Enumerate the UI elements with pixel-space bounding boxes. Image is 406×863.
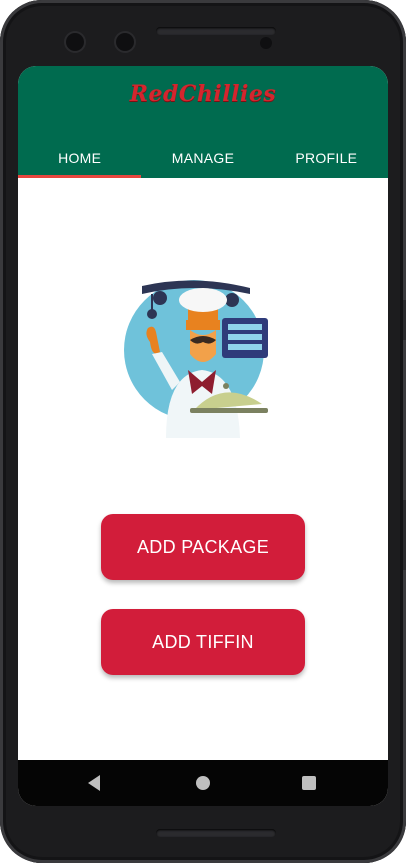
front-camera-icon <box>66 33 84 51</box>
app-bar: RedChillies HOME MANAGE PROFILE <box>18 66 388 178</box>
bottom-speaker <box>156 829 276 837</box>
tab-home[interactable]: HOME <box>18 138 142 178</box>
logo-text: RedChillies <box>129 81 277 107</box>
chef-icon <box>124 280 268 438</box>
add-package-button[interactable]: ADD PACKAGE <box>101 514 305 580</box>
add-tiffin-button[interactable]: ADD TIFFIN <box>101 609 305 675</box>
proximity-sensor-icon <box>260 37 272 49</box>
front-sensor-icon <box>116 33 134 51</box>
top-speaker <box>156 27 276 35</box>
home-icon[interactable] <box>196 776 210 790</box>
tab-bar: HOME MANAGE PROFILE <box>18 138 388 178</box>
tab-profile[interactable]: PROFILE <box>265 138 388 178</box>
app-logo: RedChillies <box>18 74 388 114</box>
back-icon[interactable] <box>88 775 100 791</box>
app-screen: RedChillies HOME MANAGE PROFILE ADD PACK… <box>18 66 388 806</box>
recents-icon[interactable] <box>302 776 316 790</box>
tab-manage[interactable]: MANAGE <box>141 138 264 178</box>
phone-frame: RedChillies HOME MANAGE PROFILE ADD PACK… <box>0 0 406 863</box>
system-nav-bar <box>18 760 388 806</box>
